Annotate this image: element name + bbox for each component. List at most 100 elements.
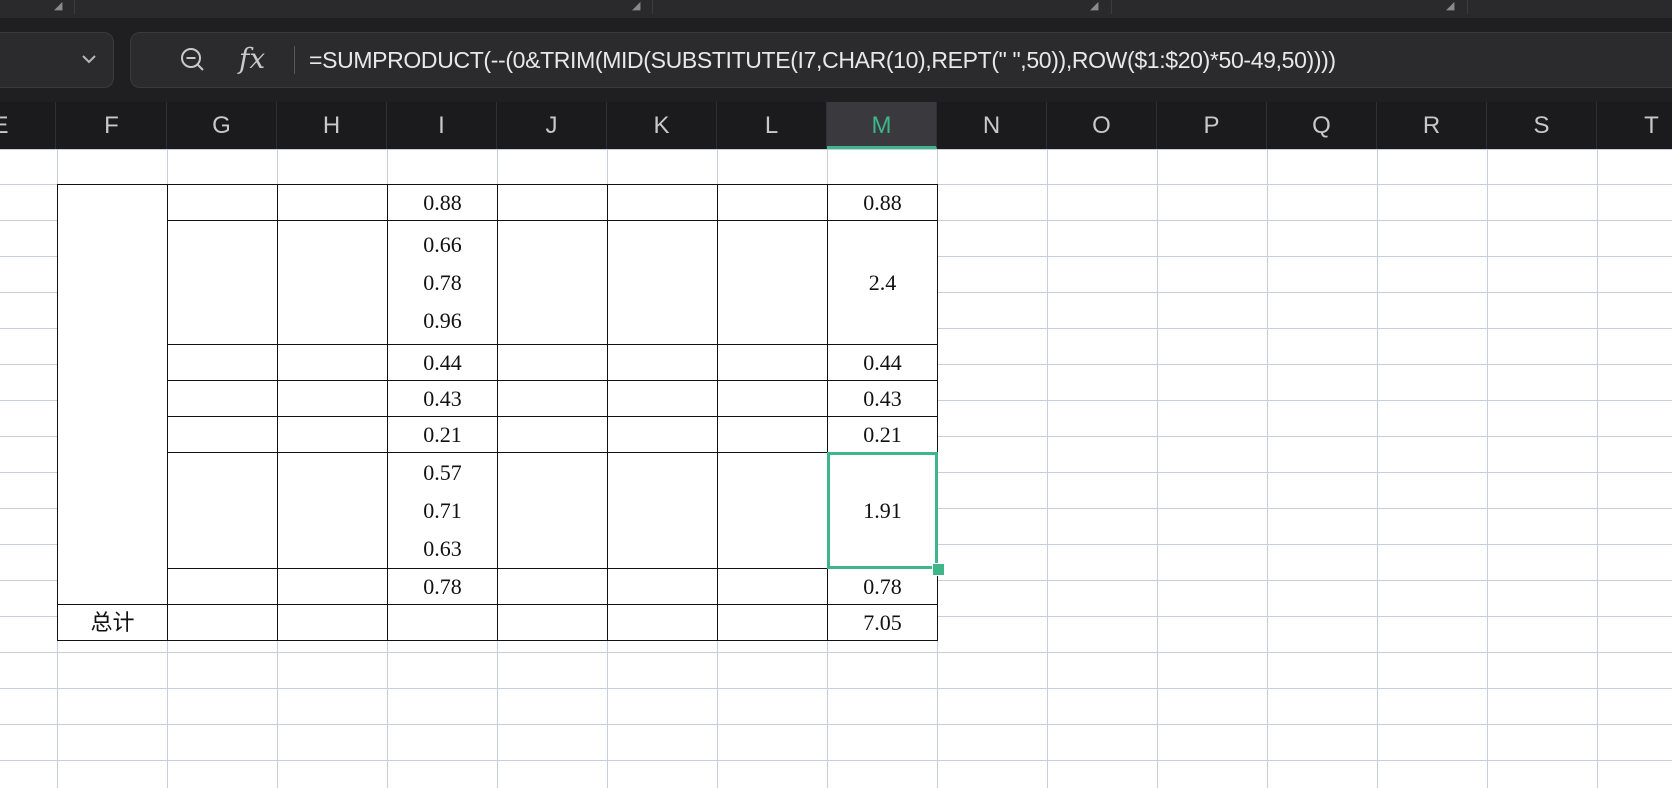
column-header-h[interactable]: H: [277, 102, 387, 149]
column-header-q[interactable]: Q: [1267, 102, 1377, 149]
table-cell-i[interactable]: 0.78: [387, 568, 498, 605]
column-header-m[interactable]: M: [827, 102, 937, 149]
table-cell-j[interactable]: [497, 568, 608, 605]
table-cell-l[interactable]: [717, 452, 828, 569]
merged-category-cell[interactable]: [57, 184, 168, 605]
expand-corner-icon[interactable]: ◢: [632, 0, 640, 12]
table-cell-h[interactable]: [277, 220, 388, 345]
grid-row-line: [0, 149, 1672, 150]
table-cell-h[interactable]: [277, 344, 388, 381]
formula-input[interactable]: fx =SUMPRODUCT(--(0&TRIM(MID(SUBSTITUTE(…: [130, 32, 1672, 88]
column-header-p[interactable]: P: [1157, 102, 1267, 149]
table-cell-m[interactable]: 2.4: [827, 220, 938, 345]
table-cell-h[interactable]: [277, 416, 388, 453]
grid-column-line: [1047, 149, 1048, 788]
sheet-grid[interactable]: 0.88 0.88 0.66 0.78 0.96 2.4 0.44 0.44 0.43 0.43 0…: [0, 149, 1672, 788]
table-cell-g[interactable]: [167, 416, 278, 453]
table-cell-i[interactable]: 0.57 0.71 0.63: [387, 452, 498, 569]
total-cell-i[interactable]: [387, 604, 498, 641]
column-header-f[interactable]: F: [57, 102, 167, 149]
table-cell-j[interactable]: [497, 184, 608, 221]
table-cell-i[interactable]: 0.44: [387, 344, 498, 381]
table-cell-j[interactable]: [497, 452, 608, 569]
column-header-t[interactable]: T: [1597, 102, 1672, 149]
table-cell-m[interactable]: 0.43: [827, 380, 938, 417]
expand-corner-icon[interactable]: ◢: [1446, 0, 1454, 12]
grid-row-line: [0, 724, 1672, 725]
table-cell-l[interactable]: [717, 344, 828, 381]
function-icon[interactable]: fx: [239, 41, 265, 77]
total-cell-j[interactable]: [497, 604, 608, 641]
column-header-j[interactable]: J: [497, 102, 607, 149]
table-cell-j[interactable]: [497, 416, 608, 453]
table-cell-k[interactable]: [607, 380, 718, 417]
total-label-cell[interactable]: 总计: [57, 604, 168, 641]
table-cell-g[interactable]: [167, 220, 278, 345]
table-cell-j[interactable]: [497, 220, 608, 345]
table-cell-i[interactable]: 0.66 0.78 0.96: [387, 220, 498, 345]
table-cell-i[interactable]: 0.21: [387, 416, 498, 453]
column-header-s[interactable]: S: [1487, 102, 1597, 149]
table-cell-l[interactable]: [717, 220, 828, 345]
total-cell-h[interactable]: [277, 604, 388, 641]
chevron-down-icon[interactable]: [79, 49, 99, 69]
table-cell-l[interactable]: [717, 380, 828, 417]
table-cell-m[interactable]: 0.78: [827, 568, 938, 605]
column-header-k[interactable]: K: [607, 102, 717, 149]
table-cell-g[interactable]: [167, 344, 278, 381]
selected-cell[interactable]: 1.91: [827, 452, 938, 569]
table-cell-g[interactable]: [167, 184, 278, 221]
grid-column-line: [1597, 149, 1598, 788]
table-cell-g[interactable]: [167, 452, 278, 569]
table-cell-m[interactable]: 0.88: [827, 184, 938, 221]
table-cell-l[interactable]: [717, 184, 828, 221]
table-cell-k[interactable]: [607, 220, 718, 345]
table-cell-h[interactable]: [277, 380, 388, 417]
table-cell-j[interactable]: [497, 380, 608, 417]
grid-column-line: [1157, 149, 1158, 788]
table-cell-g[interactable]: [167, 380, 278, 417]
table-cell-m[interactable]: 0.44: [827, 344, 938, 381]
zoom-out-icon[interactable]: [179, 46, 207, 74]
name-box[interactable]: [0, 32, 114, 88]
table-cell-j[interactable]: [497, 344, 608, 381]
grid-column-line: [1377, 149, 1378, 788]
grid-row-line: [0, 760, 1672, 761]
total-cell-k[interactable]: [607, 604, 718, 641]
cell-value: 0.44: [863, 349, 902, 375]
table-cell-k[interactable]: [607, 452, 718, 569]
column-header-r[interactable]: R: [1377, 102, 1487, 149]
column-header-n[interactable]: N: [937, 102, 1047, 149]
cell-value: 2.4: [868, 269, 897, 295]
expand-corner-icon[interactable]: ◢: [54, 0, 62, 12]
column-header-g[interactable]: G: [167, 102, 277, 149]
table-cell-i[interactable]: 0.88: [387, 184, 498, 221]
table-cell-h[interactable]: [277, 184, 388, 221]
table-cell-k[interactable]: [607, 344, 718, 381]
table-cell-l[interactable]: [717, 416, 828, 453]
total-value-cell[interactable]: 7.05: [827, 604, 938, 641]
cell-value: 0.43: [423, 385, 462, 411]
fill-handle[interactable]: [932, 563, 945, 576]
total-cell-g[interactable]: [167, 604, 278, 641]
table-cell-k[interactable]: [607, 416, 718, 453]
column-header-i[interactable]: I: [387, 102, 497, 149]
cell-value: 总计: [90, 609, 135, 635]
table-cell-h[interactable]: [277, 568, 388, 605]
table-cell-l[interactable]: [717, 568, 828, 605]
cell-value: 0.88: [863, 189, 902, 215]
formula-text[interactable]: =SUMPRODUCT(--(0&TRIM(MID(SUBSTITUTE(I7,…: [309, 45, 1336, 75]
column-header-l[interactable]: L: [717, 102, 827, 149]
ribbon-group: [0, 0, 75, 14]
column-header-o[interactable]: O: [1047, 102, 1157, 149]
table-cell-h[interactable]: [277, 452, 388, 569]
table-cell-i[interactable]: 0.43: [387, 380, 498, 417]
table-cell-k[interactable]: [607, 568, 718, 605]
cell-value: 0.66: [423, 231, 462, 257]
table-cell-g[interactable]: [167, 568, 278, 605]
column-header-e[interactable]: E: [0, 102, 56, 149]
expand-corner-icon[interactable]: ◢: [1090, 0, 1098, 12]
table-cell-k[interactable]: [607, 184, 718, 221]
table-cell-m[interactable]: 0.21: [827, 416, 938, 453]
total-cell-l[interactable]: [717, 604, 828, 641]
